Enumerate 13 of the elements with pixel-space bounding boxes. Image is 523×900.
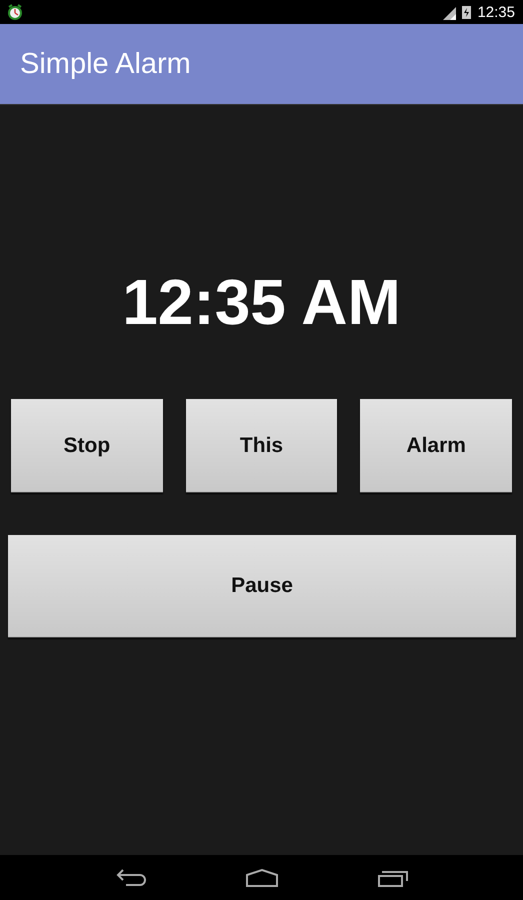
alarm-button[interactable]: Stop <box>11 399 163 493</box>
alarm-clock-icon <box>7 4 23 20</box>
home-icon[interactable] <box>246 868 278 886</box>
status-time: 12:35 <box>477 4 515 20</box>
app-title: Simple Alarm <box>20 48 191 80</box>
recent-apps-icon[interactable] <box>378 868 408 886</box>
back-icon[interactable] <box>116 868 146 886</box>
clock-time: 12:35 AM <box>121 265 402 339</box>
pause-button[interactable]: Pause <box>8 535 516 638</box>
signal-icon <box>441 4 456 20</box>
battery-icon <box>462 5 472 19</box>
alarm-button[interactable]: This <box>186 399 338 493</box>
alarm-button[interactable]: Alarm <box>360 399 512 493</box>
